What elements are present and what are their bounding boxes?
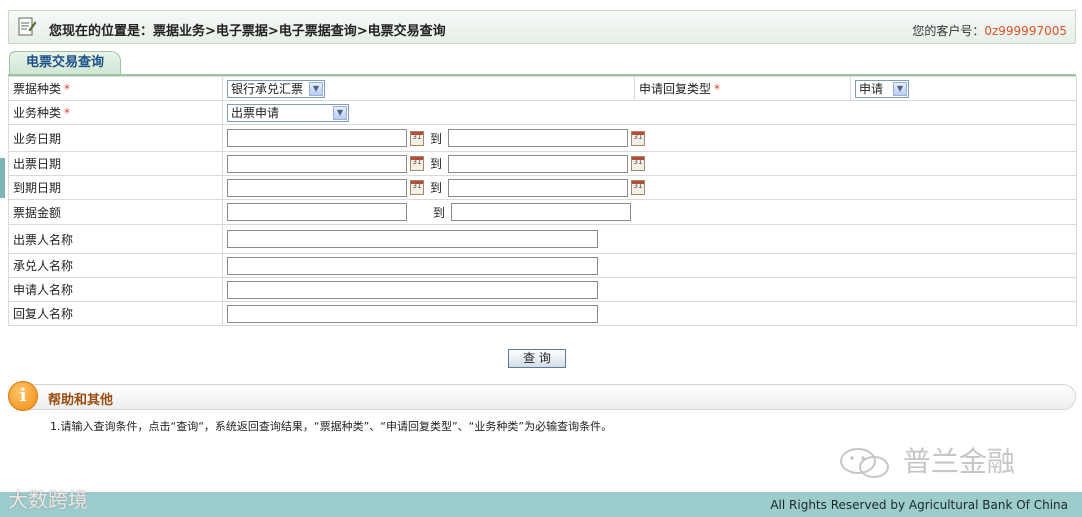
form-row-due-date: 到期日期 31 到 31 (8, 175, 1077, 200)
business-date-from-input[interactable] (227, 129, 407, 147)
required-mark: * (714, 82, 721, 96)
bill-type-cell: 银行承兑汇票 ▼ (222, 76, 635, 101)
dropdown-arrow-icon[interactable]: ▼ (333, 105, 347, 120)
applicant-name-input[interactable] (227, 280, 598, 299)
form-row-bill-type: 票据种类 * 银行承兑汇票 ▼ 申请回复类型 * 申请 ▼ (8, 76, 1077, 101)
reply-type-label: 申请回复类型 (639, 82, 712, 96)
customer-label: 您的客户号： (912, 24, 985, 38)
calendar-icon[interactable]: 31 (410, 156, 424, 171)
amount-label: 票据金额 (8, 199, 223, 225)
drawer-cell (222, 224, 1077, 254)
issue-date-label: 出票日期 (8, 151, 223, 176)
info-icon: i (8, 381, 38, 411)
due-date-to-input[interactable] (448, 178, 628, 197)
query-form: 票据种类 * 银行承兑汇票 ▼ 申请回复类型 * 申请 ▼ 业务种类 * 出票申请 ▼ (8, 76, 1077, 326)
drawer-name-input[interactable] (227, 230, 598, 248)
form-row-amount: 票据金额 到 (8, 199, 1077, 225)
calendar-icon[interactable]: 31 (631, 130, 645, 146)
bill-type-select[interactable]: 银行承兑汇票 ▼ (227, 79, 325, 98)
calendar-icon[interactable]: 31 (631, 156, 645, 171)
required-mark: * (64, 106, 71, 120)
bill-type-selected: 银行承兑汇票 (231, 81, 304, 96)
customer-info: 您的客户号：0z999997005 (912, 22, 1067, 39)
replier-name-input[interactable] (227, 304, 598, 323)
query-button[interactable]: 查 询 (508, 349, 566, 368)
bill-type-label: 票据种类 (13, 82, 62, 96)
due-date-label: 到期日期 (8, 175, 223, 200)
footer: All Rights Reserved by Agricultural Bank… (0, 492, 1082, 517)
form-row-issue-date: 出票日期 31 到 31 (8, 151, 1077, 176)
to-label: 到 (429, 131, 442, 146)
drawer-label: 出票人名称 (8, 224, 223, 254)
required-mark: * (64, 82, 71, 96)
applicant-cell (222, 277, 1077, 302)
acceptor-cell (222, 253, 1077, 278)
to-label: 到 (432, 205, 445, 220)
due-date-from-input[interactable] (227, 178, 407, 197)
to-label: 到 (429, 181, 442, 195)
business-type-label-cell: 业务种类 * (8, 100, 223, 125)
issue-date-from-input[interactable] (227, 154, 407, 173)
reply-type-select[interactable]: 申请 ▼ (855, 79, 909, 98)
help-bar (8, 384, 1076, 410)
replier-cell (222, 301, 1077, 326)
calendar-icon[interactable]: 31 (410, 180, 424, 195)
form-row-replier: 回复人名称 (8, 301, 1077, 326)
business-type-select[interactable]: 出票申请 ▼ (227, 103, 349, 122)
issue-date-cell: 31 到 31 (222, 151, 1077, 176)
issue-date-to-input[interactable] (448, 154, 628, 173)
side-collapse-handle[interactable] (0, 158, 5, 198)
business-date-label: 业务日期 (8, 124, 223, 152)
copyright-text: All Rights Reserved by Agricultural Bank… (770, 498, 1068, 512)
acceptor-name-input[interactable] (227, 256, 598, 275)
form-row-business-date: 业务日期 31 到 31 (8, 124, 1077, 152)
to-label: 到 (429, 157, 442, 171)
calendar-icon[interactable]: 31 (631, 180, 645, 195)
dropdown-arrow-icon[interactable]: ▼ (893, 81, 907, 96)
reply-type-label-cell: 申请回复类型 * (634, 76, 851, 101)
wechat-icon (840, 448, 889, 478)
business-date-to-input[interactable] (448, 129, 628, 147)
business-type-cell: 出票申请 ▼ (222, 100, 1077, 125)
watermark-secondary: 大数跨境 (8, 488, 88, 512)
amount-cell: 到 (222, 199, 1077, 225)
reply-type-selected: 申请 (859, 81, 884, 96)
amount-from-input[interactable] (227, 203, 407, 221)
acceptor-label: 承兑人名称 (8, 253, 223, 278)
form-row-applicant: 申请人名称 (8, 277, 1077, 302)
watermark-text: 普兰金融 (902, 445, 1015, 478)
form-row-acceptor: 承兑人名称 (8, 253, 1077, 278)
business-type-selected: 出票申请 (231, 105, 280, 120)
bill-type-label-cell: 票据种类 * (8, 76, 223, 101)
reply-type-cell: 申请 ▼ (850, 76, 1077, 101)
form-row-business-type: 业务种类 * 出票申请 ▼ (8, 100, 1077, 125)
location-header: 您现在的位置是：票据业务>电子票据>电子票据查询>电票交易查询 您的客户号：0z… (8, 10, 1076, 44)
document-icon (18, 17, 37, 36)
tab-bill-trade-query[interactable]: 电票交易查询 (9, 51, 121, 75)
amount-to-input[interactable] (451, 203, 631, 221)
applicant-label: 申请人名称 (8, 277, 223, 302)
replier-label: 回复人名称 (8, 301, 223, 326)
customer-number: 0z999997005 (984, 24, 1067, 38)
breadcrumb: 您现在的位置是：票据业务>电子票据>电子票据查询>电票交易查询 (49, 24, 446, 39)
help-title: 帮助和其他 (48, 393, 114, 408)
business-date-cell: 31 到 31 (222, 124, 1077, 152)
business-type-label: 业务种类 (13, 106, 62, 120)
calendar-icon[interactable]: 31 (410, 130, 424, 146)
watermark: 普兰金融 (838, 442, 1048, 482)
dropdown-arrow-icon[interactable]: ▼ (309, 81, 323, 96)
help-text: 1.请输入查询条件，点击“查询“，系统返回查询结果，“票据种类”、“申请回复类型… (50, 420, 613, 433)
form-row-drawer: 出票人名称 (8, 224, 1077, 254)
due-date-cell: 31 到 31 (222, 175, 1077, 200)
